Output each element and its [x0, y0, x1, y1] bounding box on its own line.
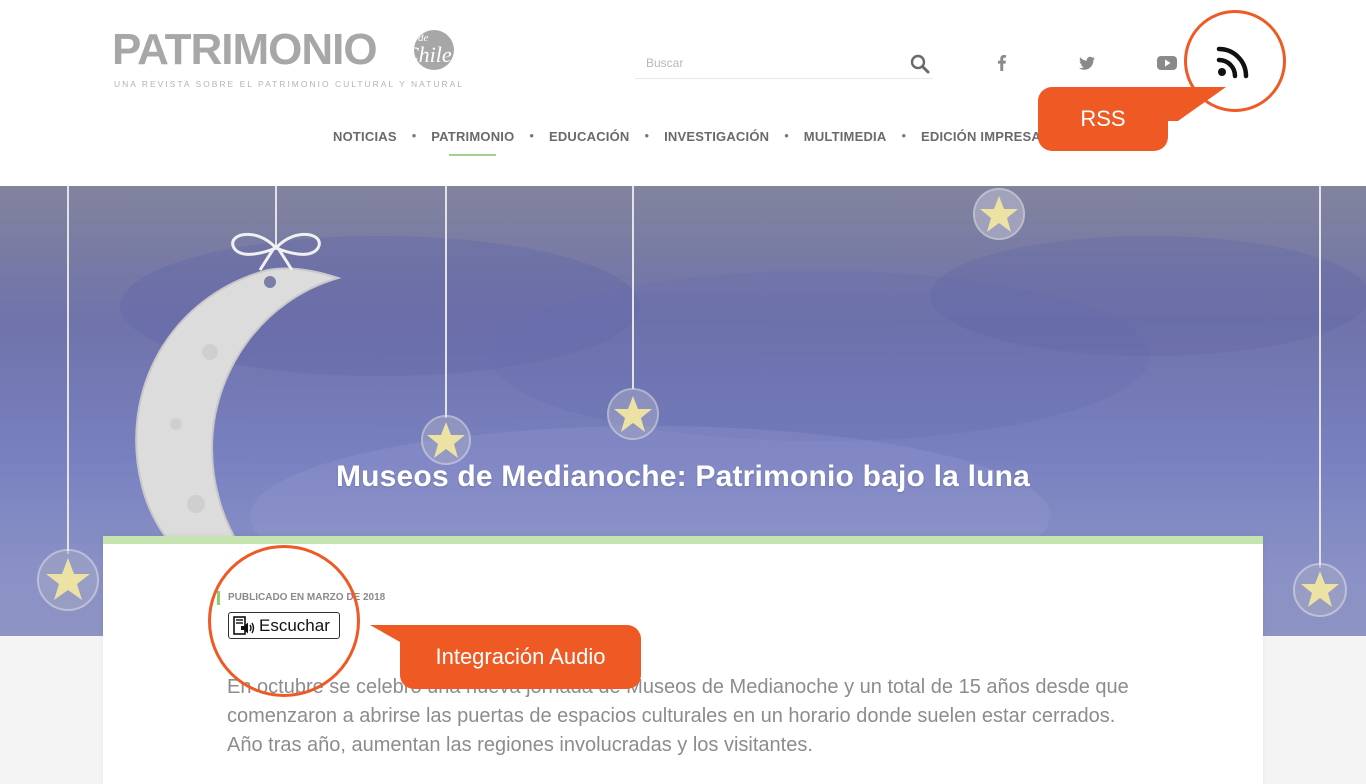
nav-noticias[interactable]: NOTICIAS: [333, 126, 397, 158]
logo-tagline: UNA REVISTA SOBRE EL PATRIMONIO CULTURAL…: [114, 79, 465, 89]
nav-separator: •: [784, 128, 789, 143]
nav-edicion-impresa[interactable]: EDICIÓN IMPRESA: [921, 126, 1041, 158]
search-button[interactable]: [909, 53, 931, 75]
search-icon: [910, 54, 930, 74]
search-bar: [635, 48, 933, 79]
logo-chile: Chile: [404, 42, 452, 67]
site-logo[interactable]: PATRIMONIO de Chile UNA REVISTA SOBRE EL…: [112, 26, 462, 92]
facebook-link[interactable]: [987, 48, 1017, 78]
nav-investigacion[interactable]: INVESTIGACIÓN: [664, 126, 769, 158]
nav-separator: •: [529, 128, 534, 143]
nav-separator: •: [411, 128, 417, 143]
youtube-link[interactable]: [1152, 48, 1182, 78]
callout-pointer: [1148, 87, 1226, 121]
twitter-link[interactable]: [1072, 48, 1102, 78]
nav-multimedia[interactable]: MULTIMEDIA: [804, 126, 887, 158]
audio-callout-label: Integración Audio: [435, 644, 606, 669]
main-nav: NOTICIAS • PATRIMONIO • EDUCACIÓN • INVE…: [333, 126, 1041, 156]
facebook-icon: [998, 55, 1007, 71]
nav-separator: •: [901, 128, 906, 143]
rss-callout: RSS: [1038, 87, 1226, 151]
nav-patrimonio[interactable]: PATRIMONIO: [431, 126, 514, 158]
nav-separator: •: [644, 128, 650, 143]
callout-pointer: [370, 625, 430, 659]
logo-wordmark: PATRIMONIO: [112, 25, 378, 74]
youtube-icon: [1157, 56, 1177, 70]
search-input[interactable]: [635, 48, 906, 78]
nav-educacion[interactable]: EDUCACIÓN: [549, 126, 630, 158]
rss-callout-label: RSS: [1080, 106, 1126, 131]
twitter-icon: [1079, 56, 1095, 70]
article-title: Museos de Medianoche: Patrimonio bajo la…: [335, 460, 1031, 493]
audio-highlight-circle: [208, 545, 360, 697]
audio-callout: Integración Audio: [370, 625, 641, 689]
article-body: En octubre se celebró una nueva jornada …: [227, 676, 1129, 756]
